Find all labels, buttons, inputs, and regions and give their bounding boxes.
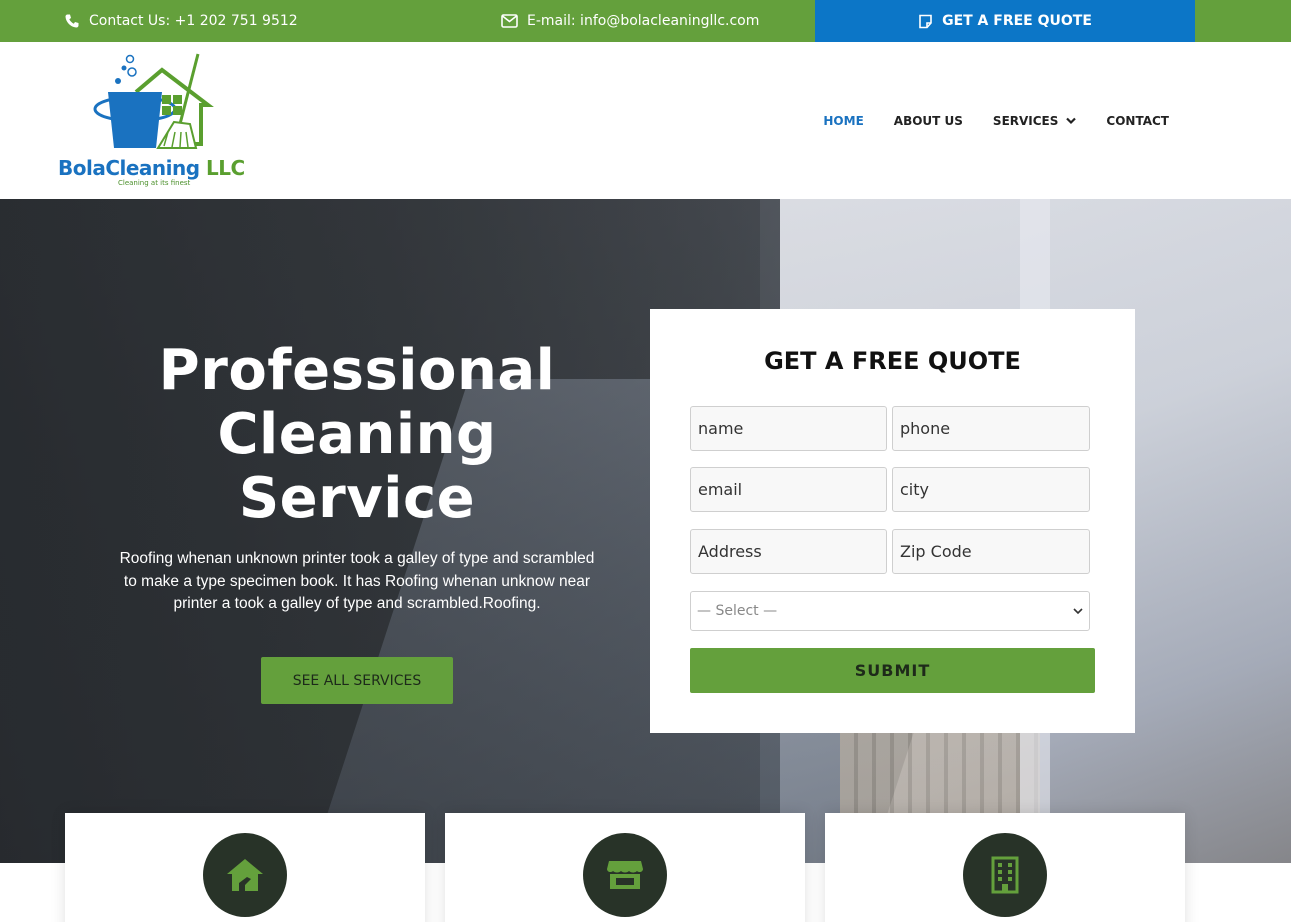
service-select-value: — Select —	[697, 603, 778, 619]
submit-button[interactable]: SUBMIT	[690, 648, 1095, 693]
service-card[interactable]	[65, 813, 425, 922]
service-card-icon-circle	[203, 833, 287, 917]
main-nav: HOME ABOUT US SERVICES CONTACT	[793, 42, 1169, 199]
nav-services-label: SERVICES	[992, 113, 1059, 128]
phone-input[interactable]: phone	[892, 406, 1090, 451]
site-logo[interactable]: BolaCleaning LLC Cleaning at its finest	[58, 52, 258, 192]
logo-name-part2: LLC	[206, 156, 245, 180]
service-card[interactable]	[445, 813, 805, 922]
nav-about-us[interactable]: ABOUT US	[894, 114, 963, 128]
top-bar: Contact Us: +1 202 751 9512 E-mail: info…	[0, 0, 1291, 42]
contact-phone-text: Contact Us: +1 202 751 9512	[89, 13, 298, 29]
office-building-icon	[991, 856, 1019, 894]
city-input[interactable]: city	[892, 467, 1090, 512]
service-card[interactable]	[825, 813, 1185, 922]
house-icon	[227, 859, 263, 891]
site-header: BolaCleaning LLC Cleaning at its finest …	[0, 42, 1291, 199]
nav-home[interactable]: HOME	[823, 114, 863, 128]
nav-services[interactable]: SERVICES	[992, 113, 1077, 128]
contact-phone[interactable]: Contact Us: +1 202 751 9512	[64, 0, 298, 42]
envelope-icon	[501, 14, 518, 28]
email-input[interactable]: email	[690, 467, 887, 512]
quote-form: GET A FREE QUOTE name phone email city A…	[650, 309, 1135, 733]
zip-code-input[interactable]: Zip Code	[892, 529, 1090, 574]
chevron-down-icon	[1073, 607, 1083, 614]
logo-name-part1: BolaCleaning	[58, 156, 200, 180]
logo-wordmark: BolaCleaning LLC	[58, 156, 245, 180]
top-quote-label: GET A FREE QUOTE	[942, 13, 1092, 29]
see-all-services-button[interactable]: SEE ALL SERVICES	[261, 657, 453, 704]
top-quote-button[interactable]: GET A FREE QUOTE	[815, 0, 1195, 42]
name-input[interactable]: name	[690, 406, 887, 451]
logo-graphic-icon	[93, 53, 214, 149]
chevron-down-icon	[1066, 117, 1077, 124]
service-select[interactable]: — Select —	[690, 591, 1090, 631]
hero-description: Roofing whenan unknown printer took a ga…	[119, 550, 595, 612]
hero-title: Professional Cleaning Service	[158, 338, 556, 531]
service-card-icon-circle	[583, 833, 667, 917]
hero-overlay	[0, 199, 760, 863]
phone-icon	[65, 14, 79, 28]
logo-tagline: Cleaning at its finest	[118, 179, 191, 187]
note-icon	[919, 14, 932, 28]
service-card-icon-circle	[963, 833, 1047, 917]
hero-section: Professional Cleaning Service Roofing wh…	[0, 199, 1291, 863]
nav-contact[interactable]: CONTACT	[1106, 114, 1169, 128]
storefront-icon	[607, 861, 643, 889]
contact-email-text: E-mail: info@bolacleaningllc.com	[527, 13, 760, 29]
contact-email[interactable]: E-mail: info@bolacleaningllc.com	[501, 0, 759, 42]
address-input[interactable]: Address	[690, 529, 887, 574]
quote-form-title: GET A FREE QUOTE	[764, 347, 1021, 375]
